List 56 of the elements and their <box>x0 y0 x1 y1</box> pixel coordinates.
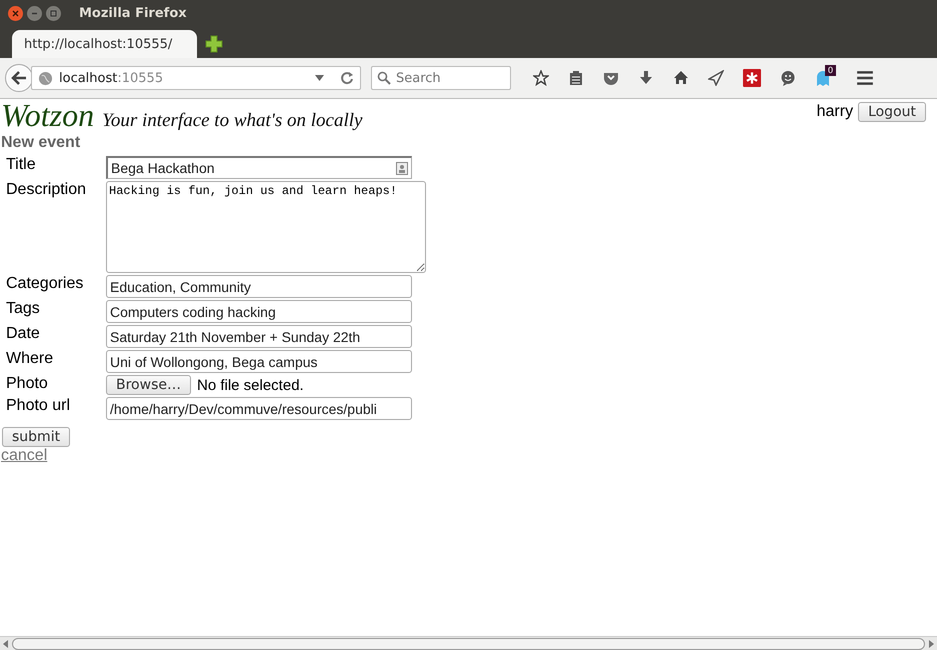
reload-icon[interactable] <box>340 71 354 85</box>
field-label: Description <box>6 181 88 199</box>
submit-button[interactable]: submit <box>2 427 70 447</box>
browse-button[interactable]: Browse… <box>106 375 191 395</box>
back-button[interactable] <box>5 64 33 92</box>
page-heading: New event <box>1 134 82 152</box>
minimize-button[interactable] <box>27 6 42 21</box>
horizontal-scrollbar[interactable] <box>0 636 937 650</box>
text-field[interactable]: /home/harry/Dev/commuve/resources/publi <box>106 397 412 420</box>
close-icon <box>12 10 19 17</box>
star-icon[interactable] <box>533 70 549 86</box>
text-area[interactable]: Hacking is fun, join us and learn heaps! <box>106 181 426 273</box>
field-label: Where <box>6 350 54 368</box>
scroll-left-icon[interactable] <box>2 640 10 648</box>
tagline: Your interface to what's on locally <box>102 110 362 132</box>
scroll-right-icon[interactable] <box>927 640 935 648</box>
text-field[interactable]: Education, Community <box>106 275 412 298</box>
download-icon[interactable] <box>638 70 654 86</box>
site-logo: Wotzon <box>1 101 94 129</box>
paper-plane-icon[interactable] <box>708 70 724 86</box>
field-label: Title <box>6 156 37 174</box>
address-bar[interactable]: localhost:10555 <box>31 66 361 90</box>
file-status: No file selected. <box>196 376 304 394</box>
field-label: Tags <box>6 300 41 318</box>
chat-face-icon[interactable] <box>780 70 796 86</box>
text-field[interactable]: Bega Hackathon <box>106 156 412 179</box>
field-label: Photo <box>6 375 49 393</box>
window-title: Mozilla Firefox <box>79 6 187 21</box>
cancel-link[interactable]: cancel <box>1 447 48 465</box>
pocket-icon[interactable] <box>603 70 619 86</box>
search-field[interactable]: Search <box>371 66 511 90</box>
menu-icon[interactable] <box>856 69 874 87</box>
new-tab-icon[interactable] <box>205 35 223 53</box>
search-icon <box>377 71 391 85</box>
home-icon[interactable] <box>673 70 689 86</box>
dropdown-icon[interactable] <box>315 75 324 81</box>
back-arrow-icon <box>11 71 27 85</box>
text-field[interactable]: Computers coding hacking <box>106 300 412 323</box>
close-button[interactable] <box>8 6 23 21</box>
browser-tab[interactable]: http://localhost:10555/ <box>12 30 197 58</box>
logout-button[interactable]: Logout <box>858 102 926 122</box>
field-label: Photo url <box>6 397 72 415</box>
url-text: localhost:10555 <box>59 70 164 86</box>
reading-list-icon[interactable] <box>568 70 584 86</box>
field-label: Categories <box>6 275 84 293</box>
maximize-icon <box>50 10 57 17</box>
field-label: Date <box>6 325 41 343</box>
text-field[interactable]: Uni of Wollongong, Bega campus <box>106 350 412 373</box>
minimize-icon <box>31 10 38 17</box>
asterisk-icon[interactable] <box>743 69 761 87</box>
globe-icon <box>38 70 53 86</box>
notification-badge: 0 <box>825 65 836 76</box>
username: harry <box>816 103 854 121</box>
text-field[interactable]: Saturday 21th November + Sunday 22th <box>106 325 412 348</box>
contact-card-icon[interactable] <box>396 162 408 174</box>
maximize-button[interactable] <box>46 6 61 21</box>
